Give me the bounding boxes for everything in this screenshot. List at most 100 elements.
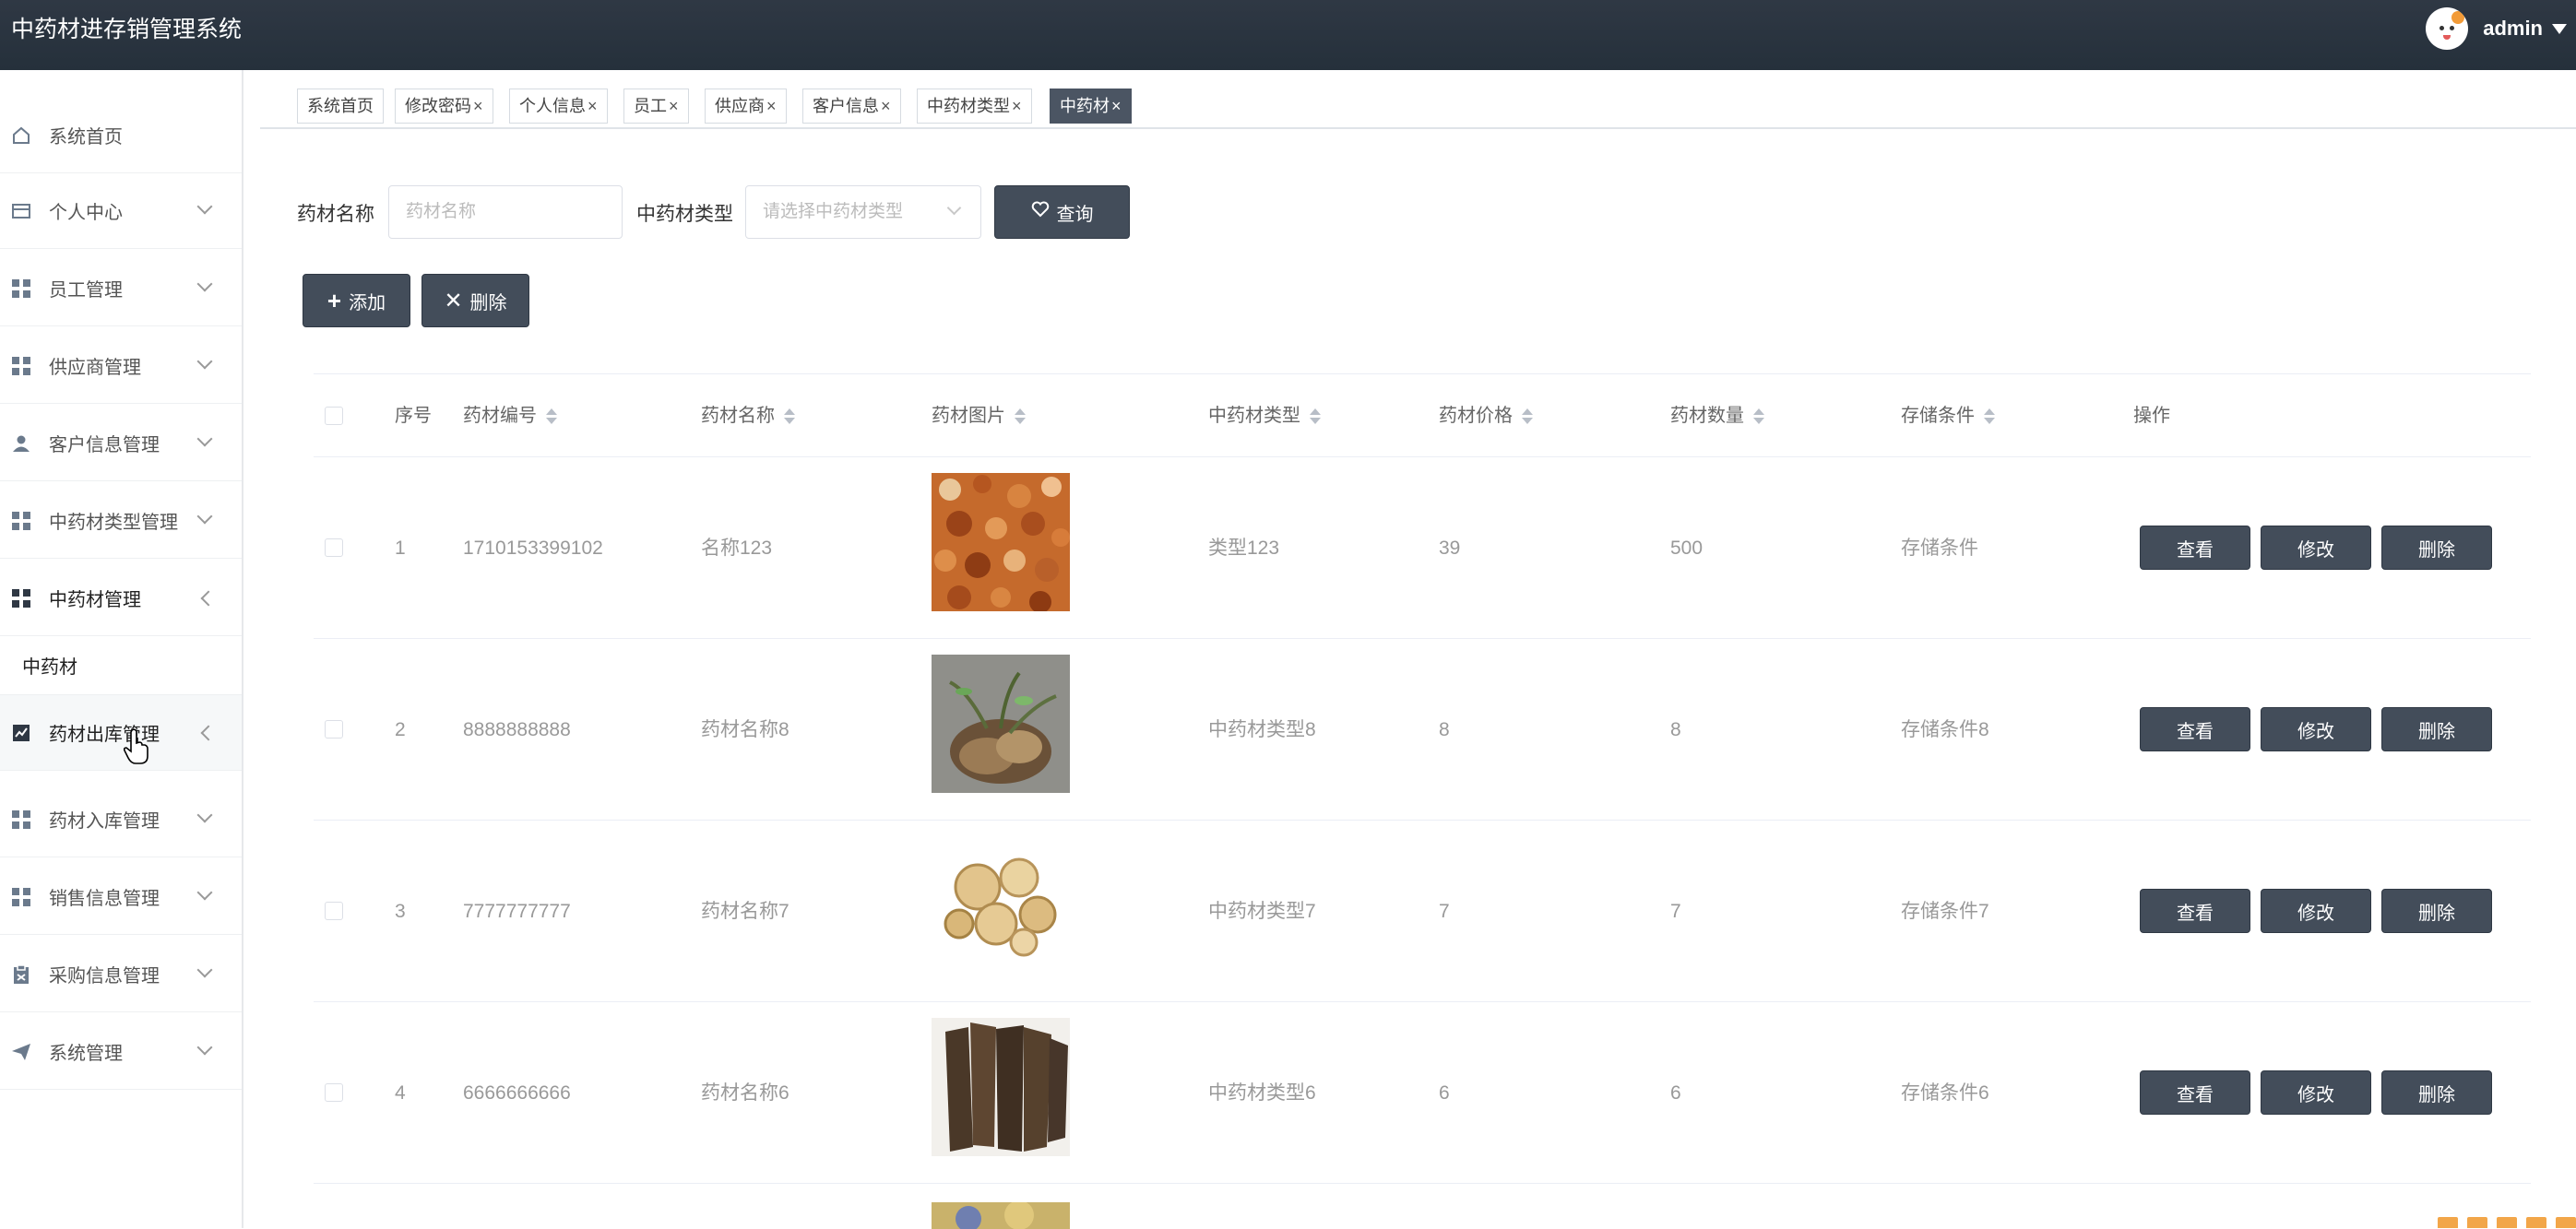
close-icon[interactable]: × — [473, 97, 483, 115]
grid-icon — [11, 278, 31, 299]
sidebar-item-herb-type[interactable]: 中药材类型管理 — [0, 483, 242, 559]
submenu-item-herb[interactable]: 中药材 — [0, 636, 242, 695]
row-checkbox[interactable] — [325, 902, 343, 920]
col-price[interactable]: 药材价格 — [1439, 374, 1531, 457]
cell-name: 药材名称7 — [701, 821, 789, 1002]
sidebar-item-customer[interactable]: 客户信息管理 — [0, 406, 242, 481]
close-icon[interactable]: × — [766, 97, 777, 115]
row-checkbox[interactable] — [325, 720, 343, 739]
tab-change-password[interactable]: 修改密码× — [395, 89, 493, 124]
view-button[interactable]: 查看 — [2140, 1070, 2250, 1115]
herb-image[interactable] — [932, 1202, 1070, 1229]
sidebar-item-staff[interactable]: 员工管理 — [0, 251, 242, 326]
chevron-down-icon — [197, 354, 213, 370]
herb-image[interactable] — [932, 473, 1070, 611]
close-icon[interactable]: × — [669, 97, 679, 115]
col-name[interactable]: 药材名称 — [701, 374, 793, 457]
cell-code: 7777777777 — [463, 821, 571, 1002]
close-icon[interactable]: × — [1111, 97, 1122, 115]
row-checkbox[interactable] — [325, 1083, 343, 1102]
plus-icon: + — [327, 287, 341, 315]
delete-button[interactable]: 删除 — [2381, 526, 2492, 570]
delete-button[interactable]: 删除 — [2381, 707, 2492, 751]
cell-type: 类型123 — [1208, 457, 1279, 639]
table-row: 4 6666666666 药材名称6 中药材类型6 6 6 存储条件6 查看 修… — [314, 1002, 2531, 1184]
herb-image[interactable] — [932, 1018, 1070, 1156]
close-icon[interactable]: × — [588, 97, 598, 115]
cell-code: 6666666666 — [463, 1002, 571, 1184]
tabs-bar: 系统首页 修改密码× 个人信息× 员工× 供应商× 客户信息× 中药材类型× 中… — [260, 87, 2576, 129]
col-index: 序号 — [395, 374, 432, 457]
sidebar-item-outbound[interactable]: 药材出库管理 — [0, 695, 242, 771]
sort-icon[interactable] — [1984, 408, 1993, 425]
row-checkbox[interactable] — [325, 538, 343, 557]
col-type[interactable]: 中药材类型 — [1208, 374, 1319, 457]
batch-delete-button[interactable]: ✕ 删除 — [421, 274, 529, 327]
send-icon — [11, 1042, 31, 1062]
select-all-checkbox[interactable] — [325, 407, 343, 425]
chevron-down-icon — [197, 509, 213, 525]
sort-icon[interactable] — [1753, 408, 1763, 425]
tab-herb-type[interactable]: 中药材类型× — [917, 89, 1032, 124]
herb-name-input[interactable]: 药材名称 — [388, 185, 623, 239]
sort-icon[interactable] — [1310, 408, 1319, 425]
chevron-left-icon — [201, 726, 217, 741]
sort-icon[interactable] — [1522, 408, 1531, 425]
user-menu[interactable]: admin — [2426, 6, 2576, 51]
sidebar-item-inbound[interactable]: 药材入库管理 — [0, 782, 242, 857]
sort-icon[interactable] — [546, 408, 555, 425]
query-button[interactable]: 查询 — [994, 185, 1130, 239]
top-header: 中药材进存销管理系统 admin — [0, 0, 2576, 70]
herb-image[interactable] — [932, 655, 1070, 793]
close-icon[interactable]: × — [1012, 97, 1022, 115]
avatar[interactable] — [2426, 7, 2468, 50]
chevron-down-icon — [197, 199, 213, 215]
tab-supplier[interactable]: 供应商× — [705, 89, 787, 124]
sidebar-item-herb[interactable]: 中药材管理 — [0, 561, 242, 636]
edit-button[interactable]: 修改 — [2261, 707, 2371, 751]
close-icon[interactable]: × — [881, 97, 891, 115]
tab-customer[interactable]: 客户信息× — [802, 89, 901, 124]
sidebar-item-profile[interactable]: 个人中心 — [0, 173, 242, 249]
edit-button[interactable]: 修改 — [2261, 526, 2371, 570]
tab-herb[interactable]: 中药材× — [1050, 89, 1132, 124]
close-icon: ✕ — [444, 288, 462, 314]
col-code[interactable]: 药材编号 — [463, 374, 555, 457]
sidebar-item-sales[interactable]: 销售信息管理 — [0, 859, 242, 935]
col-quantity[interactable]: 药材数量 — [1670, 374, 1763, 457]
view-button[interactable]: 查看 — [2140, 526, 2250, 570]
col-actions: 操作 — [2133, 374, 2170, 457]
user-name[interactable]: admin — [2483, 17, 2543, 41]
sidebar-item-purchase[interactable]: 采购信息管理 — [0, 937, 242, 1012]
sidebar-item-system[interactable]: 系统管理 — [0, 1014, 242, 1090]
tab-staff[interactable]: 员工× — [623, 89, 689, 124]
sidebar-item-home[interactable]: 系统首页 — [0, 98, 242, 173]
chevron-down-icon — [197, 277, 213, 292]
edit-button[interactable]: 修改 — [2261, 1070, 2371, 1115]
delete-button[interactable]: 删除 — [2381, 889, 2492, 933]
cell-index: 4 — [395, 1002, 406, 1184]
col-image[interactable]: 药材图片 — [932, 374, 1024, 457]
herb-type-select[interactable]: 请选择中药材类型 — [745, 185, 981, 239]
sort-icon[interactable] — [1015, 408, 1024, 425]
table-row: 1 1710153399102 名称123 类型123 39 500 存储条件 … — [314, 457, 2531, 639]
col-storage[interactable]: 存储条件 — [1901, 374, 1993, 457]
edit-button[interactable]: 修改 — [2261, 889, 2371, 933]
sidebar-item-supplier[interactable]: 供应商管理 — [0, 328, 242, 404]
chevron-down-icon — [197, 808, 213, 823]
chart-icon — [11, 723, 31, 743]
cell-quantity: 7 — [1670, 821, 1681, 1002]
caret-down-icon[interactable] — [2552, 24, 2567, 34]
cell-type: 中药材类型8 — [1208, 639, 1316, 821]
cell-storage: 存储条件 — [1901, 457, 1978, 639]
add-button[interactable]: + 添加 — [303, 274, 410, 327]
cell-storage: 存储条件6 — [1901, 1002, 1989, 1184]
view-button[interactable]: 查看 — [2140, 889, 2250, 933]
tab-home[interactable]: 系统首页 — [297, 89, 384, 124]
tab-personal-info[interactable]: 个人信息× — [509, 89, 608, 124]
sort-icon[interactable] — [784, 408, 793, 425]
delete-button[interactable]: 删除 — [2381, 1070, 2492, 1115]
cell-index: 1 — [395, 457, 406, 639]
herb-image[interactable] — [932, 836, 1070, 975]
view-button[interactable]: 查看 — [2140, 707, 2250, 751]
